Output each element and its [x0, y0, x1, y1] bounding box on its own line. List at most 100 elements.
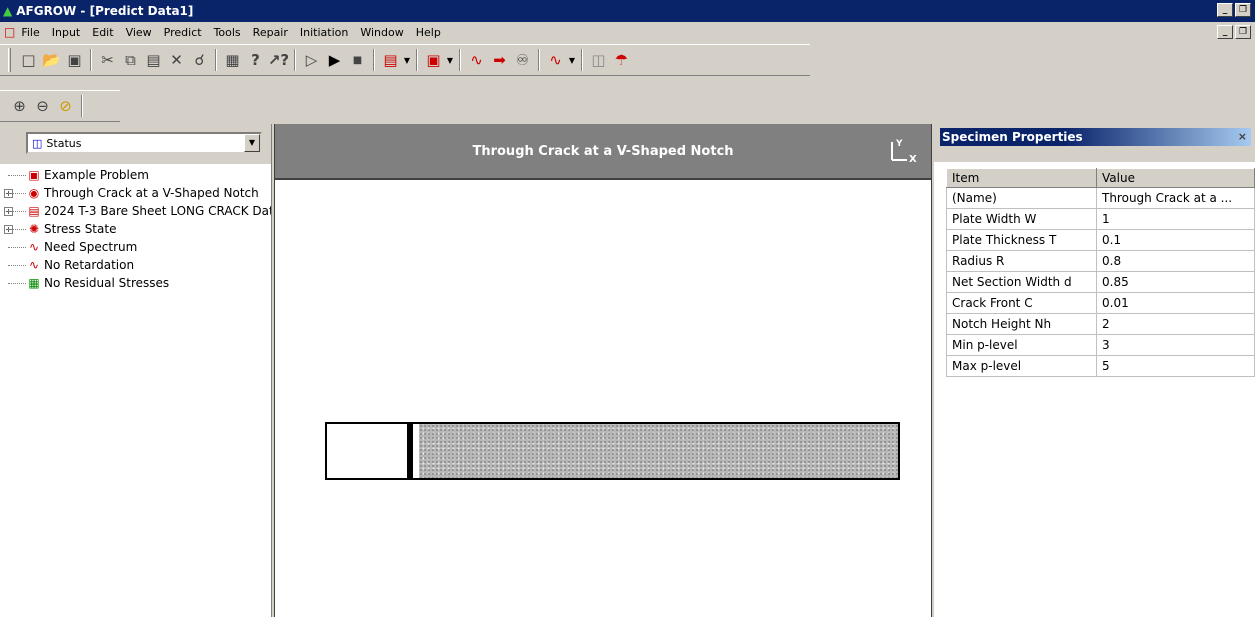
axis-y-label: Y [895, 139, 903, 149]
zoom-toolbar: ⊕ ⊖ ⊘ [0, 90, 120, 122]
main-toolbar: □ 📂 ▣ ✂ ⧉ ▤ ✕ ☌ ▦ ? ↗? ▷ ▶ ■ ▤ ▼ ▣ ▼ ∿ ➡… [0, 44, 810, 76]
tree-item-example-problem[interactable]: ▣ Example Problem [0, 166, 271, 184]
table-row[interactable]: Min p-level 3 [946, 334, 1255, 356]
menu-repair[interactable]: Repair [247, 26, 294, 39]
chevron-down-icon[interactable]: ▼ [402, 56, 412, 65]
table-row[interactable]: Max p-level 5 [946, 355, 1255, 377]
load-icon[interactable]: ➡ [488, 49, 511, 71]
delete-icon[interactable]: ✕ [165, 49, 188, 71]
property-value[interactable]: 1 [1096, 208, 1255, 230]
mdi-restore-button[interactable]: ❐ [1235, 25, 1251, 39]
status-dropdown[interactable]: ◫ Status ▼ [26, 132, 262, 154]
table-row[interactable]: Plate Thickness T 0.1 [946, 229, 1255, 251]
menu-input[interactable]: Input [46, 26, 86, 39]
tree-item-label: Through Crack at a V-Shaped Notch [44, 186, 259, 200]
property-value[interactable]: 2 [1096, 313, 1255, 335]
project-tree: ▣ Example Problem + ◉ Through Crack at a… [0, 164, 271, 292]
table-row[interactable]: (Name) Through Crack at a ... [946, 187, 1255, 209]
tree-item-residual[interactable]: ▦ No Residual Stresses [0, 274, 271, 292]
properties-pane: Specimen Properties × Item Value (Name) T… [934, 124, 1255, 617]
model-icon[interactable]: ▣ [422, 49, 445, 71]
tree-item-retardation[interactable]: ∿ No Retardation [0, 256, 271, 274]
retardation-icon[interactable]: ∿ [544, 49, 567, 71]
copy-icon[interactable]: ⧉ [119, 49, 142, 71]
menu-file[interactable]: File [15, 26, 45, 39]
property-name: Net Section Width d [946, 271, 1097, 293]
column-header-value[interactable]: Value [1096, 168, 1255, 188]
menu-tools[interactable]: Tools [208, 26, 247, 39]
property-name: Max p-level [946, 355, 1097, 377]
menu-predict[interactable]: Predict [158, 26, 208, 39]
property-value[interactable]: 0.01 [1096, 292, 1255, 314]
help-icon[interactable]: ? [244, 49, 267, 71]
toolbar-separator [90, 49, 92, 71]
toolbar-separator [215, 49, 217, 71]
umbrella-icon[interactable]: ☂ [610, 49, 633, 71]
tree-item-material[interactable]: + ▤ 2024 T-3 Bare Sheet LONG CRACK Data [0, 202, 271, 220]
menu-help[interactable]: Help [410, 26, 447, 39]
mdi-minimize-button[interactable]: _ [1217, 25, 1233, 39]
step-icon[interactable]: ▷ [300, 49, 323, 71]
new-icon[interactable]: □ [17, 49, 40, 71]
property-name: Notch Height Nh [946, 313, 1097, 335]
zoom-in-icon[interactable]: ⊕ [8, 95, 31, 117]
stress-icon: ✺ [28, 222, 40, 236]
properties-table: Item Value (Name) Through Crack at a ... … [946, 168, 1255, 377]
paste-icon[interactable]: ▤ [142, 49, 165, 71]
property-name: (Name) [946, 187, 1097, 209]
chevron-down-icon[interactable]: ▼ [445, 56, 455, 65]
property-value[interactable]: 0.85 [1096, 271, 1255, 293]
tree-item-stress-state[interactable]: + ✺ Stress State [0, 220, 271, 238]
table-row[interactable]: Notch Height Nh 2 [946, 313, 1255, 335]
menu-initiation[interactable]: Initiation [294, 26, 354, 39]
property-value[interactable]: Through Crack at a ... [1096, 187, 1255, 209]
property-value[interactable]: 3 [1096, 334, 1255, 356]
open-icon[interactable]: 📂 [40, 49, 63, 71]
test-icon[interactable]: ♾ [511, 49, 534, 71]
property-name: Plate Thickness T [946, 229, 1097, 251]
cut-icon[interactable]: ✂ [96, 49, 119, 71]
material-icon[interactable]: ▤ [379, 49, 402, 71]
properties-icon[interactable]: ▦ [221, 49, 244, 71]
run-icon[interactable]: ▶ [323, 49, 346, 71]
properties-title-text: Specimen Properties [942, 130, 1083, 144]
plot-icon[interactable]: ◫ [587, 49, 610, 71]
zoom-reset-icon[interactable]: ⊘ [54, 95, 77, 117]
column-header-item[interactable]: Item [946, 168, 1097, 188]
property-value[interactable]: 5 [1096, 355, 1255, 377]
property-value[interactable]: 0.8 [1096, 250, 1255, 272]
menu-window[interactable]: Window [354, 26, 409, 39]
close-icon[interactable]: × [1238, 128, 1247, 146]
context-help-icon[interactable]: ↗? [267, 49, 290, 71]
chevron-down-icon[interactable]: ▼ [567, 56, 577, 65]
minimize-button[interactable]: _ [1217, 3, 1233, 17]
zoom-out-icon[interactable]: ⊖ [31, 95, 54, 117]
menu-view[interactable]: View [120, 26, 158, 39]
toolbar-separator [81, 95, 83, 117]
find-icon[interactable]: ☌ [188, 49, 211, 71]
toolbar-separator [581, 49, 583, 71]
tree-item-spectrum[interactable]: ∿ Need Spectrum [0, 238, 271, 256]
spectrum-icon[interactable]: ∿ [465, 49, 488, 71]
model-title: Through Crack at a V-Shaped Notch [472, 143, 734, 159]
status-dropdown-value: Status [46, 136, 82, 150]
table-row[interactable]: Crack Front C 0.01 [946, 292, 1255, 314]
plate-region [419, 424, 898, 478]
stop-icon[interactable]: ■ [346, 49, 369, 71]
tree-item-crack-model[interactable]: + ◉ Through Crack at a V-Shaped Notch [0, 184, 271, 202]
chevron-down-icon[interactable]: ▼ [244, 134, 260, 152]
crack-model-icon: ◉ [28, 186, 40, 200]
property-name: Radius R [946, 250, 1097, 272]
property-value[interactable]: 0.1 [1096, 229, 1255, 251]
document-icon: □ [4, 25, 16, 39]
restore-button[interactable]: ❐ [1235, 3, 1251, 17]
toolbar-grip[interactable] [8, 48, 11, 72]
menu-bar: □ File Input Edit View Predict Tools Rep… [0, 22, 1255, 42]
tree-item-label: Stress State [44, 222, 117, 236]
model-view-header: Through Crack at a V-Shaped Notch Y X [275, 124, 931, 180]
save-icon[interactable]: ▣ [63, 49, 86, 71]
menu-edit[interactable]: Edit [86, 26, 119, 39]
table-row[interactable]: Plate Width W1 [946, 208, 1255, 230]
table-row[interactable]: Radius R 0.8 [946, 250, 1255, 272]
table-row[interactable]: Net Section Width d 0.85 [946, 271, 1255, 293]
